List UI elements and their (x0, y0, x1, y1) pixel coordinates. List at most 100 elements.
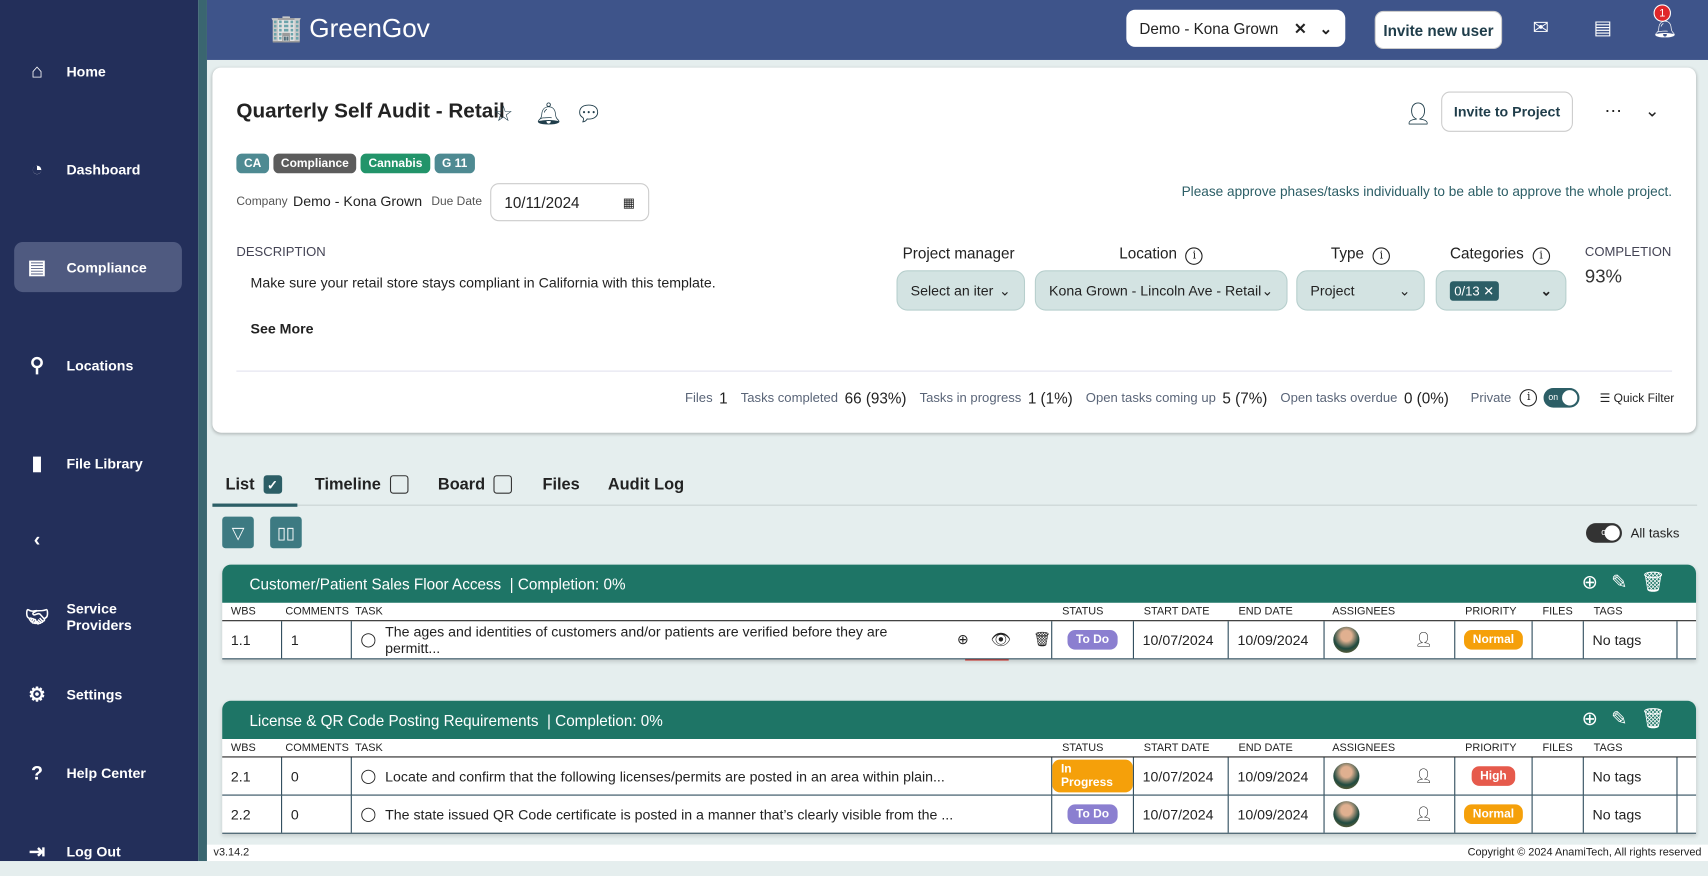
quick-filter-button[interactable]: ☰ Quick Filter (1600, 391, 1675, 405)
files-cell[interactable] (1531, 621, 1583, 659)
sidebar-item-compliance[interactable]: ▤ Compliance (14, 241, 182, 293)
all-tasks-toggle[interactable]: off (1586, 523, 1622, 543)
priority-badge[interactable]: High (1471, 766, 1516, 786)
info-icon[interactable]: i (1372, 247, 1391, 265)
start-date-cell[interactable]: 10/07/2024 (1132, 757, 1228, 795)
see-more-link[interactable]: See More (251, 320, 314, 336)
company-select[interactable]: Demo - Kona Grown ✕ ⌄ (1126, 9, 1346, 47)
trash-icon[interactable]: 🗑︎ (1033, 631, 1051, 648)
private-toggle[interactable]: on (1544, 388, 1580, 408)
logo[interactable]: 🏢 GreenGov (270, 13, 430, 45)
priority-badge[interactable]: Normal (1464, 804, 1523, 824)
clear-icon[interactable]: ✕ (1294, 19, 1307, 36)
categories-chip[interactable]: 0/13 ✕ (1449, 280, 1499, 301)
files-cell[interactable] (1531, 757, 1583, 795)
sidebar-item-help-center[interactable]: ? Help Center (14, 748, 182, 798)
status-cell[interactable]: To Do (1051, 795, 1133, 833)
add-assignee-icon[interactable]: 👤︎ (1414, 805, 1432, 822)
status-badge[interactable]: To Do (1067, 804, 1118, 824)
categories-select[interactable]: 0/13 ✕ ⌄ (1435, 270, 1567, 311)
add-task-icon[interactable]: ⊕ (1582, 571, 1598, 594)
tab-checkbox[interactable]: ✓ (263, 475, 282, 494)
add-subtask-icon[interactable]: ⊕ (957, 631, 969, 648)
status-cell[interactable]: In Progress (1051, 757, 1133, 795)
avatar[interactable] (1333, 801, 1360, 828)
bell-icon[interactable]: 🔔︎ (535, 100, 563, 127)
location-select[interactable]: Kona Grown - Lincoln Ave - Retail ⌄ (1034, 270, 1288, 311)
tab-board[interactable]: Board (438, 475, 513, 494)
due-date-input[interactable]: 10/11/2024 ▦ (490, 183, 650, 222)
invite-new-user-button[interactable]: Invite new user (1374, 10, 1503, 50)
trash-icon[interactable]: 🗑︎ (1641, 707, 1666, 730)
end-date-cell[interactable]: 10/09/2024 (1227, 795, 1324, 833)
check-circle-icon[interactable]: ◯ (361, 631, 377, 648)
info-icon[interactable]: i (1532, 247, 1550, 265)
status-badge[interactable]: In Progress (1052, 759, 1133, 793)
priority-cell[interactable]: High (1454, 757, 1531, 795)
start-date-cell[interactable]: 10/07/2024 (1132, 795, 1228, 833)
table-row[interactable]: 2.1 0 ◯ Locate and confirm that the follo… (222, 757, 1697, 796)
eye-icon[interactable]: 👁︎ (991, 630, 1012, 650)
tab-audit-log[interactable]: Audit Log (608, 475, 684, 494)
tags-cell[interactable]: No tags (1582, 621, 1678, 659)
priority-cell[interactable]: Normal (1454, 621, 1531, 659)
mail-icon[interactable]: ✉ (1533, 16, 1549, 39)
chevron-down-icon[interactable]: ⌄ (1319, 19, 1332, 36)
tags-cell[interactable]: No tags (1582, 757, 1678, 795)
comment-icon[interactable]: 💬︎ (575, 100, 603, 127)
sidebar-item-file-library[interactable]: ▮ File Library (14, 438, 182, 488)
tab-checkbox[interactable] (493, 475, 513, 494)
avatar[interactable] (1333, 626, 1360, 653)
trash-icon[interactable]: 🗑︎ (1641, 571, 1666, 594)
sidebar-item-locations[interactable]: ⚲ Locations (14, 340, 182, 390)
task-cell[interactable]: ◯ Locate and confirm that the following l… (350, 757, 1051, 795)
files-cell[interactable] (1531, 795, 1583, 833)
sidebar-item-service-providers[interactable]: 🤝︎ Service Providers (14, 592, 182, 642)
sidebar-scrollbar[interactable] (198, 0, 207, 862)
tags-cell[interactable]: No tags (1582, 795, 1678, 833)
more-icon[interactable]: ⋯ (1605, 100, 1622, 122)
add-assignee-icon[interactable]: 👤︎ (1414, 631, 1432, 648)
add-task-icon[interactable]: ⊕ (1582, 707, 1598, 730)
comments-cell[interactable]: 1 (281, 621, 351, 659)
edit-icon[interactable]: ✎ (1611, 571, 1627, 594)
project-manager-select[interactable]: Select an iter ⌄ (896, 270, 1026, 311)
columns-button[interactable]: ▯▯ (270, 516, 302, 549)
status-cell[interactable]: To Do (1051, 621, 1133, 659)
table-row[interactable]: 2.2 0 ◯ The state issued QR Code certific… (222, 795, 1697, 834)
info-icon[interactable]: i (1185, 247, 1204, 265)
tab-timeline[interactable]: Timeline (315, 475, 409, 494)
priority-badge[interactable]: Normal (1464, 629, 1523, 650)
sidebar-item-settings[interactable]: ⚙ Settings (14, 669, 182, 719)
table-row[interactable]: 1.1 1 ◯ The ages and identities of custom… (222, 621, 1697, 660)
invite-to-project-button[interactable]: Invite to Project (1441, 91, 1573, 132)
end-date-cell[interactable]: 10/09/2024 (1227, 757, 1324, 795)
tab-checkbox[interactable] (389, 475, 409, 494)
tab-files[interactable]: Files (542, 475, 579, 494)
chevron-down-icon[interactable]: ⌄ (1645, 100, 1660, 122)
sidebar-item-log-out[interactable]: ⇥ Log Out (14, 826, 182, 876)
comments-cell[interactable]: 0 (281, 757, 351, 795)
task-cell[interactable]: ◯ The state issued QR Code certificate is… (350, 795, 1051, 833)
check-circle-icon[interactable]: ◯ (361, 805, 377, 822)
calendar-icon[interactable]: ▦ (623, 195, 635, 210)
filter-button[interactable]: ▽ (222, 516, 254, 549)
sidebar-item-dashboard[interactable]: ◔ Dashboard (14, 144, 182, 194)
star-icon[interactable]: ☆ (493, 100, 513, 127)
sidebar-item-home[interactable]: ⌂ Home (14, 46, 182, 96)
document-icon[interactable]: ▤ (1594, 16, 1613, 39)
sidebar-item-collapse[interactable]: ‹ (14, 514, 182, 564)
add-user-icon[interactable]: 👤︎ (1404, 100, 1432, 127)
type-select[interactable]: Project ⌄ (1296, 270, 1425, 311)
end-date-cell[interactable]: 10/09/2024 (1227, 621, 1324, 659)
priority-cell[interactable]: Normal (1454, 795, 1531, 833)
task-cell[interactable]: ◯ The ages and identities of customers an… (350, 621, 1051, 659)
info-icon[interactable]: i (1520, 389, 1538, 407)
tab-list[interactable]: List ✓ (225, 475, 282, 494)
avatar[interactable] (1333, 762, 1360, 790)
start-date-cell[interactable]: 10/07/2024 (1132, 621, 1228, 659)
status-badge[interactable]: To Do (1067, 629, 1118, 650)
add-assignee-icon[interactable]: 👤︎ (1414, 767, 1432, 784)
check-circle-icon[interactable]: ◯ (361, 767, 377, 784)
edit-icon[interactable]: ✎ (1611, 707, 1627, 730)
